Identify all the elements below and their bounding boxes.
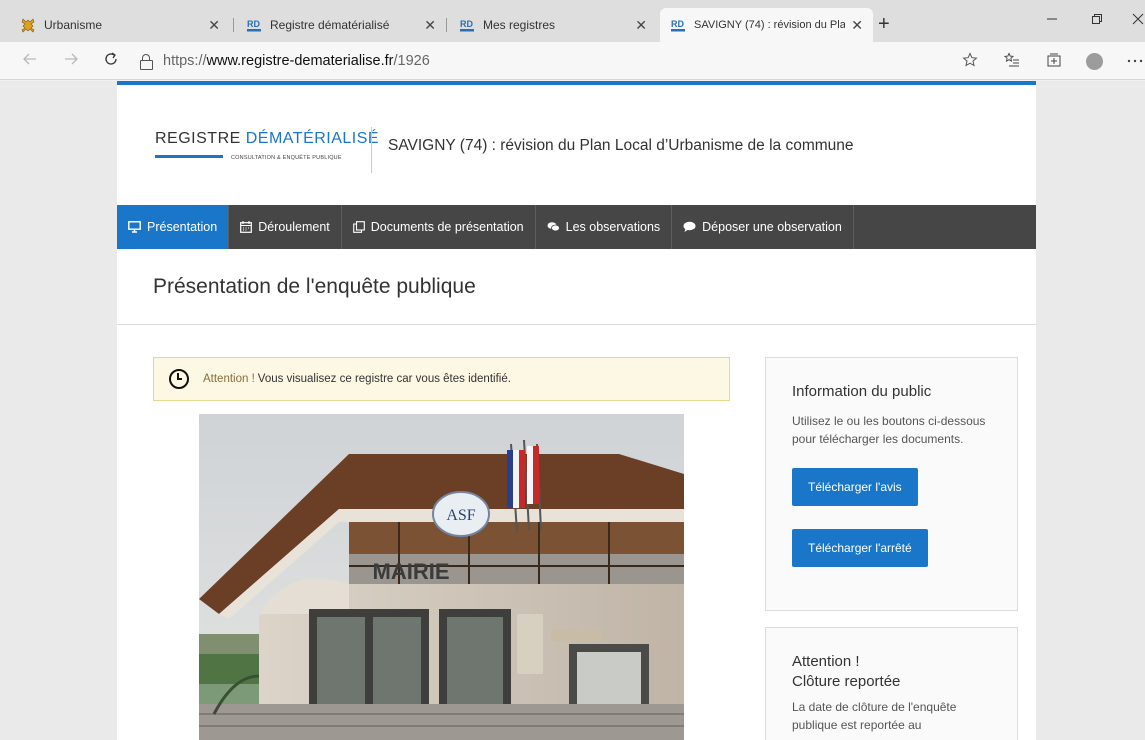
page-header: Présentation de l'enquête publique [117,249,1036,325]
tab-mes-registres[interactable]: RD Mes registres ✕ [449,8,657,42]
address-bar: https://www.registre-dematerialise.fr/19… [0,42,1145,80]
page-viewport: REGISTRE DÉMATÉRIALISÉ CONSULTATION & EN… [0,81,1145,740]
more-options-icon[interactable] [1127,52,1143,72]
nav-label: Les observations [565,220,661,234]
download-avis-button[interactable]: Télécharger l'avis [792,468,918,506]
svg-text:RD: RD [460,19,473,29]
rd-icon: RD [670,17,686,33]
alert-text: Vous visualisez ce registre car vous ête… [257,373,511,385]
close-tab-icon[interactable]: ✕ [635,17,647,34]
page-title: Présentation de l'enquête publique [153,275,476,298]
alert-strong: Attention ! [203,373,255,385]
nav-label: Déposer une observation [702,220,842,234]
new-tab-button[interactable]: + [878,14,890,34]
tab-separator [233,18,234,32]
favorite-star-icon[interactable] [962,52,978,72]
header-divider [371,127,372,173]
nav-observations[interactable]: Les observations [536,205,673,249]
tab-label: Registre dématérialisé [270,18,390,32]
nav-documents[interactable]: Documents de présentation [342,205,536,249]
info-public-panel: Information du public Utilisez le ou les… [765,357,1018,611]
profile-avatar[interactable] [1086,53,1103,70]
comments-icon [547,221,560,233]
tab-label: Urbanisme [44,18,103,32]
tab-urbanisme[interactable]: Urbanisme ✕ [10,8,230,42]
site-logo[interactable]: REGISTRE DÉMATÉRIALISÉ CONSULTATION & EN… [155,130,379,161]
puzzle-icon [20,17,36,33]
notice-text: La date de clôture de l'enquête publique… [792,700,957,732]
logo-tagline: CONSULTATION & ENQUÊTE PUBLIQUE [231,155,342,161]
rd-icon: RD [459,17,475,33]
back-arrow-icon[interactable] [22,51,38,72]
download-arrete-button[interactable]: Télécharger l'arrêté [792,529,928,567]
logo-bar [155,155,223,158]
info-public-text: Utilisez le ou les boutons ci-dessous po… [792,414,986,446]
town-hall-photo: ASF MAIRIE [199,414,684,740]
closure-notice-panel: Attention ! Clôture reportée La date de … [765,627,1018,740]
nav-deroulement[interactable]: Déroulement [229,205,342,249]
close-tab-icon[interactable]: ✕ [208,17,220,34]
forward-arrow-icon[interactable] [63,51,79,72]
url-scheme: https:// [163,53,207,69]
favorites-list-icon[interactable] [1003,52,1020,72]
svg-text:RD: RD [671,19,684,29]
close-tab-icon[interactable]: ✕ [851,17,863,34]
tab-registre[interactable]: RD Registre dématérialisé ✕ [236,8,446,42]
calendar-icon [240,221,253,233]
nav-label: Documents de présentation [370,220,524,234]
minimize-icon[interactable] [1046,12,1058,28]
refresh-icon[interactable] [103,51,119,72]
documents-icon [352,221,365,233]
identified-alert: Attention ! Vous visualisez ce registre … [153,357,730,401]
restore-icon[interactable] [1091,12,1103,28]
clock-icon [169,369,189,389]
url-field[interactable]: https://www.registre-dematerialise.fr/19… [140,48,990,74]
site-container: REGISTRE DÉMATÉRIALISÉ CONSULTATION & EN… [117,81,1036,740]
registry-title: SAVIGNY (74) : révision du Plan Local d’… [388,137,854,154]
url-path: /1926 [393,53,430,69]
logo-word-dematerialise: DÉMATÉRIALISÉ [245,130,380,147]
close-window-icon[interactable] [1132,12,1144,28]
browser-tab-strip: Urbanisme ✕ RD Registre dématérialisé ✕ … [0,0,1145,42]
notice-title-line1: Attention ! [792,653,860,670]
nav-label: Présentation [147,220,218,234]
nav-label: Déroulement [258,220,330,234]
tab-separator [446,18,447,32]
svg-text:RD: RD [247,19,260,29]
tab-label: SAVIGNY (74) : révision du Plan L [694,19,846,31]
rd-icon: RD [246,17,262,33]
url-host: www.registre-dematerialise.fr [206,53,394,69]
close-tab-icon[interactable]: ✕ [424,17,436,34]
monitor-icon [128,221,141,233]
info-public-title: Information du public [792,383,932,400]
main-nav: Présentation Déroulement Documents de pr… [117,205,1036,249]
mairie-sign: MAIRIE [373,559,450,584]
notice-title-line2: Clôture reportée [792,673,901,690]
lock-icon [140,54,153,70]
site-header: REGISTRE DÉMATÉRIALISÉ CONSULTATION & EN… [117,85,1036,205]
collections-icon[interactable] [1046,52,1062,72]
comment-icon [683,221,696,233]
svg-text:ASF: ASF [446,507,475,524]
tab-savigny[interactable]: RD SAVIGNY (74) : révision du Plan L ✕ [660,8,873,42]
logo-word-registre: REGISTRE [155,130,241,147]
nav-presentation[interactable]: Présentation [117,205,230,249]
tab-label: Mes registres [483,18,556,32]
nav-deposer-observation[interactable]: Déposer une observation [672,205,854,249]
